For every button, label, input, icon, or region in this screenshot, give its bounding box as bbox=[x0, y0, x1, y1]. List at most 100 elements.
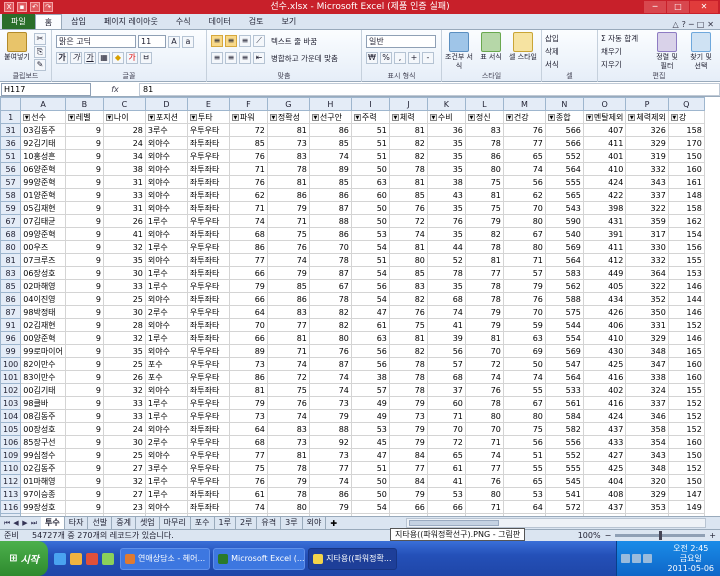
cell[interactable]: 74 bbox=[464, 370, 504, 384]
cell[interactable]: 82 bbox=[308, 318, 352, 332]
cell[interactable]: 49 bbox=[350, 409, 390, 423]
cell[interactable]: 561 bbox=[544, 396, 584, 410]
format-painter-icon[interactable]: ✎ bbox=[34, 59, 46, 71]
increase-decimal-icon[interactable]: + bbox=[408, 52, 420, 64]
cell[interactable]: 56 bbox=[502, 175, 546, 189]
cell[interactable]: 77 bbox=[464, 461, 504, 475]
cell[interactable]: 406 bbox=[582, 318, 627, 332]
firefox-icon[interactable] bbox=[86, 552, 98, 565]
column-header[interactable]: E bbox=[186, 97, 230, 111]
cell[interactable]: 75 bbox=[464, 201, 504, 215]
formula-input[interactable]: 81 bbox=[139, 82, 720, 96]
column-header[interactable]: I bbox=[350, 97, 390, 111]
cell[interactable]: 외야수 bbox=[144, 344, 188, 358]
column-header[interactable]: J bbox=[388, 97, 428, 111]
cell[interactable]: 33 bbox=[102, 409, 146, 423]
cell[interactable]: 431 bbox=[582, 214, 627, 228]
paste-button[interactable]: 붙여넣기 bbox=[2, 32, 32, 62]
cell[interactable]: 158 bbox=[667, 201, 705, 215]
clear-button[interactable]: 지우기 bbox=[601, 59, 622, 70]
tab-review[interactable]: 검토 bbox=[240, 14, 273, 29]
cell[interactable]: 402 bbox=[582, 383, 627, 397]
cell[interactable]: 57 bbox=[350, 383, 390, 397]
header-cell[interactable]: ▼ 체력제외 bbox=[625, 110, 669, 124]
cell[interactable]: 77 bbox=[266, 318, 310, 332]
cell[interactable]: 32 bbox=[102, 240, 146, 254]
cell[interactable]: 00김기태 bbox=[20, 383, 66, 397]
cell[interactable]: 347 bbox=[625, 357, 669, 371]
cell[interactable]: 85 bbox=[388, 266, 428, 280]
cell[interactable]: 77 bbox=[228, 448, 268, 462]
cell[interactable]: 74 bbox=[502, 370, 546, 384]
cell[interactable]: 77 bbox=[464, 266, 504, 280]
fx-icon[interactable]: fx bbox=[91, 85, 139, 94]
cell[interactable]: 00우즈 bbox=[20, 240, 66, 254]
cell[interactable]: 73 bbox=[308, 448, 352, 462]
sheet-tab[interactable]: 선발 bbox=[88, 517, 113, 529]
cell[interactable]: 우투우타 bbox=[186, 448, 230, 462]
cell[interactable]: 65 bbox=[502, 149, 546, 163]
cell[interactable]: 우투우타 bbox=[186, 435, 230, 449]
cell[interactable]: 88 bbox=[308, 422, 352, 436]
cell[interactable]: 75 bbox=[464, 175, 504, 189]
header-cell[interactable]: ▼ 선수 bbox=[20, 110, 66, 124]
cell[interactable]: 00양준혁 bbox=[20, 331, 66, 345]
cell[interactable]: 35 bbox=[426, 227, 466, 241]
sort-filter-button[interactable]: 정렬 및 필터 bbox=[652, 32, 682, 71]
cell[interactable]: 79 bbox=[464, 318, 504, 332]
cell[interactable]: 332 bbox=[625, 162, 669, 176]
cell[interactable]: 외야수 bbox=[144, 318, 188, 332]
cell[interactable]: 160 bbox=[667, 435, 705, 449]
row-header[interactable]: 105 bbox=[0, 422, 22, 436]
cell[interactable]: 92 bbox=[308, 435, 352, 449]
cell[interactable]: 34 bbox=[102, 149, 146, 163]
cell[interactable]: 75 bbox=[388, 318, 428, 332]
cell[interactable]: 338 bbox=[625, 370, 669, 384]
cell[interactable]: 57 bbox=[502, 266, 546, 280]
new-sheet-icon[interactable]: ✚ bbox=[326, 519, 341, 528]
cell[interactable]: 9 bbox=[64, 253, 104, 267]
cell[interactable]: 외야수 bbox=[144, 201, 188, 215]
cell[interactable]: 73 bbox=[308, 396, 352, 410]
cell[interactable]: 24 bbox=[102, 136, 146, 150]
cell[interactable]: 35 bbox=[426, 149, 466, 163]
row-header[interactable]: 59 bbox=[0, 201, 22, 215]
cell[interactable]: 430 bbox=[582, 344, 627, 358]
cell[interactable]: 39 bbox=[426, 331, 466, 345]
cell[interactable]: 65 bbox=[502, 474, 546, 488]
filter-dropdown-icon[interactable]: ▼ bbox=[585, 113, 593, 121]
column-header[interactable]: M bbox=[502, 97, 546, 111]
cell[interactable]: 72 bbox=[426, 435, 466, 449]
cell[interactable]: 81 bbox=[464, 331, 504, 345]
insert-cells-button[interactable]: 삽입 bbox=[545, 33, 559, 44]
cell[interactable]: 좌투좌타 bbox=[186, 422, 230, 436]
percent-icon[interactable]: % bbox=[380, 52, 392, 64]
cell[interactable]: 160 bbox=[667, 357, 705, 371]
column-header[interactable]: B bbox=[64, 97, 104, 111]
row-header[interactable]: 86 bbox=[0, 292, 22, 306]
row-header[interactable]: 103 bbox=[0, 396, 22, 410]
cell[interactable]: 71 bbox=[228, 162, 268, 176]
cell[interactable]: 00장성호 bbox=[20, 422, 66, 436]
cell[interactable]: 80 bbox=[502, 214, 546, 228]
cell[interactable]: 74 bbox=[228, 500, 268, 514]
cell[interactable]: 426 bbox=[582, 305, 627, 319]
cell[interactable]: 82 bbox=[388, 292, 428, 306]
cell[interactable]: 154 bbox=[667, 227, 705, 241]
cell[interactable]: 78 bbox=[266, 162, 310, 176]
cell[interactable]: 74 bbox=[426, 305, 466, 319]
cell[interactable]: 35 bbox=[102, 344, 146, 358]
column-header[interactable]: O bbox=[582, 97, 627, 111]
cell[interactable]: 68 bbox=[228, 227, 268, 241]
cell[interactable]: 좌투좌타 bbox=[186, 227, 230, 241]
cell[interactable]: 3루수 bbox=[144, 123, 188, 137]
cell[interactable]: 80 bbox=[266, 500, 310, 514]
cell[interactable]: 425 bbox=[582, 461, 627, 475]
cell[interactable]: 9 bbox=[64, 422, 104, 436]
cell[interactable]: 73 bbox=[266, 435, 310, 449]
underline-icon[interactable]: 가 bbox=[84, 52, 96, 64]
column-header[interactable]: C bbox=[102, 97, 146, 111]
cell[interactable]: 36 bbox=[426, 123, 466, 137]
cell[interactable]: 9 bbox=[64, 370, 104, 384]
cell[interactable]: 23 bbox=[102, 500, 146, 514]
